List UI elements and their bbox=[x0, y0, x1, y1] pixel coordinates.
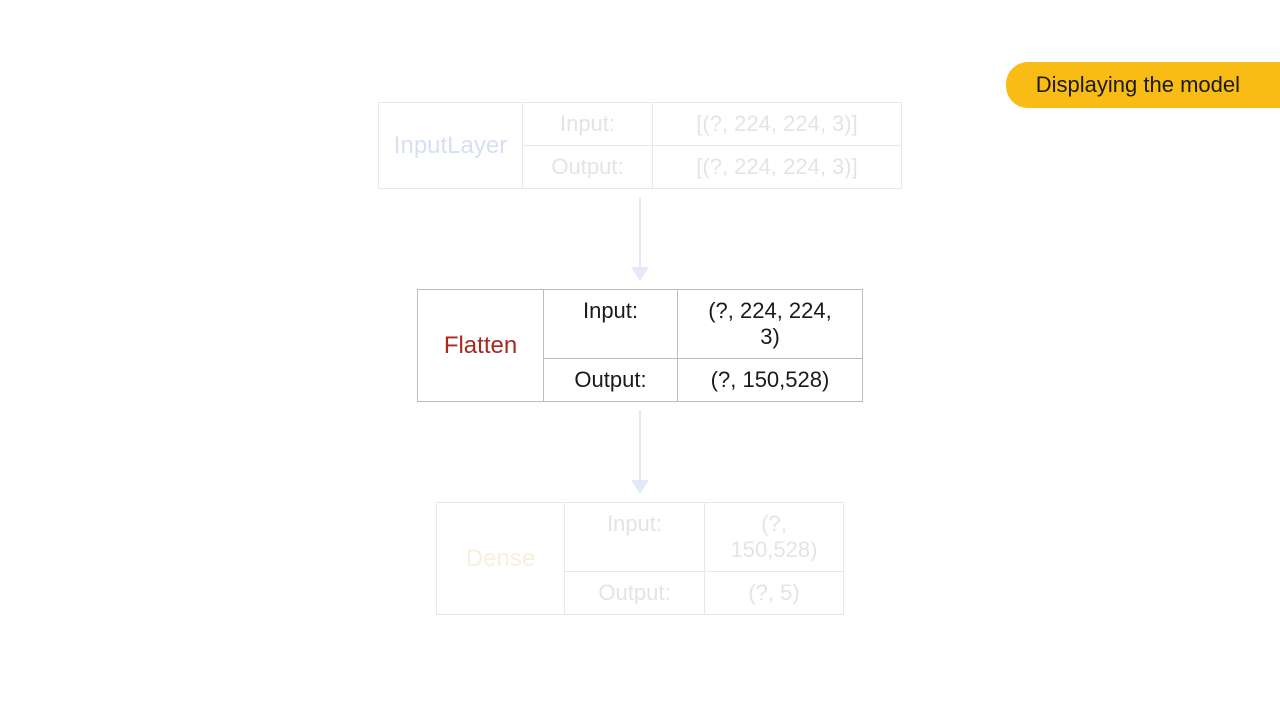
layer-name: Flatten bbox=[418, 290, 544, 401]
layer-row-output: Output: (?, 150,528) bbox=[544, 358, 862, 401]
layer-row-input: Input: (?, 224, 224, 3) bbox=[544, 290, 862, 358]
io-value: (?, 150,528) bbox=[705, 503, 843, 571]
layer-block-input: InputLayer Input: [(?, 224, 224, 3)] Out… bbox=[378, 102, 902, 189]
banner-title: Displaying the model bbox=[1036, 72, 1240, 97]
arrow-down-icon bbox=[631, 197, 649, 281]
layer-row-input: Input: (?, 150,528) bbox=[565, 503, 843, 571]
layer-row-input: Input: [(?, 224, 224, 3)] bbox=[523, 103, 901, 145]
arrow-down-icon bbox=[631, 410, 649, 494]
io-value: (?, 5) bbox=[705, 572, 843, 614]
io-label: Output: bbox=[544, 359, 678, 401]
io-label: Input: bbox=[523, 103, 653, 145]
layer-rows: Input: (?, 224, 224, 3) Output: (?, 150,… bbox=[544, 290, 862, 401]
layer-rows: Input: [(?, 224, 224, 3)] Output: [(?, 2… bbox=[523, 103, 901, 188]
layer-name: Dense bbox=[437, 503, 565, 614]
io-label: Output: bbox=[565, 572, 705, 614]
layer-rows: Input: (?, 150,528) Output: (?, 5) bbox=[565, 503, 843, 614]
io-value: (?, 224, 224, 3) bbox=[678, 290, 862, 358]
io-value: [(?, 224, 224, 3)] bbox=[653, 146, 901, 188]
layer-row-output: Output: [(?, 224, 224, 3)] bbox=[523, 145, 901, 188]
title-banner: Displaying the model bbox=[1006, 62, 1280, 108]
io-label: Input: bbox=[544, 290, 678, 358]
layer-block-flatten: Flatten Input: (?, 224, 224, 3) Output: … bbox=[417, 289, 863, 402]
layer-block-dense: Dense Input: (?, 150,528) Output: (?, 5) bbox=[436, 502, 844, 615]
io-value: [(?, 224, 224, 3)] bbox=[653, 103, 901, 145]
layer-row-output: Output: (?, 5) bbox=[565, 571, 843, 614]
io-label: Input: bbox=[565, 503, 705, 571]
io-value: (?, 150,528) bbox=[678, 359, 862, 401]
layer-name: InputLayer bbox=[379, 103, 523, 188]
model-diagram: InputLayer Input: [(?, 224, 224, 3)] Out… bbox=[378, 102, 902, 615]
io-label: Output: bbox=[523, 146, 653, 188]
